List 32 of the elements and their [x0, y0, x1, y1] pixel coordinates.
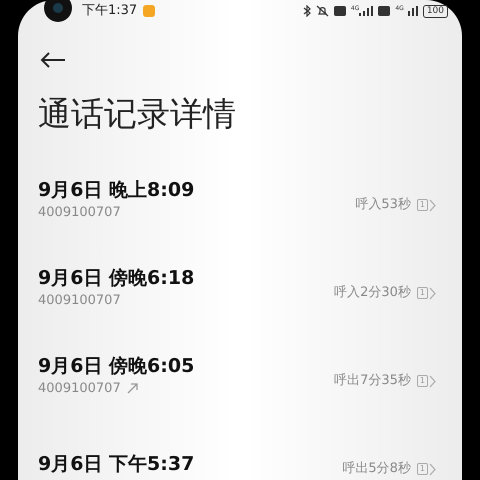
chevron-right-icon: [429, 374, 436, 388]
call-duration: 呼入53秒: [355, 196, 411, 214]
call-duration: 呼出5分8秒: [342, 460, 411, 478]
back-arrow-icon: [40, 51, 66, 69]
battery-indicator: 100: [422, 4, 448, 18]
status-time: 下午1:37: [82, 2, 138, 20]
muted-bell-icon: [316, 5, 329, 17]
call-duration: 呼入2分30秒: [334, 284, 411, 302]
sim-card-indicator: 1: [416, 375, 428, 387]
chevron-right-icon: [429, 286, 436, 300]
phone-number: 4009100707: [38, 380, 121, 398]
phone-number: 4009100707: [38, 204, 121, 222]
call-datetime: 9月6日 晚上8:09: [38, 178, 194, 202]
call-record-row[interactable]: 9月6日 傍晚6:05 4009100707 呼出7分35秒 1: [18, 332, 462, 420]
signal-icon: [359, 6, 374, 16]
sim-card-indicator: 1: [416, 287, 428, 299]
call-record-row[interactable]: 9月6日 傍晚6:18 4009100707 呼入2分30秒 1: [18, 244, 462, 332]
sim-card-indicator: 1: [416, 463, 428, 475]
call-record-row[interactable]: 9月6日 下午5:37 呼出5分8秒 1: [18, 420, 462, 480]
call-record-row[interactable]: 9月6日 晚上8:09 4009100707 呼入53秒 1: [18, 156, 462, 244]
bluetooth-icon: [302, 5, 311, 17]
notification-icon: [143, 5, 156, 17]
call-datetime: 9月6日 傍晚6:18: [38, 266, 194, 290]
sim-card-indicator: 1: [416, 199, 428, 211]
page-title: 通话记录详情: [37, 93, 237, 135]
phone-number: 4009100707: [38, 292, 121, 310]
chevron-right-icon: [429, 198, 436, 212]
camera-icon: [44, 0, 72, 22]
call-datetime: 9月6日 下午5:37: [38, 452, 194, 476]
call-duration: 呼出7分35秒: [334, 372, 411, 390]
chevron-right-icon: [429, 462, 436, 476]
call-datetime: 9月6日 傍晚6:05: [38, 354, 194, 378]
